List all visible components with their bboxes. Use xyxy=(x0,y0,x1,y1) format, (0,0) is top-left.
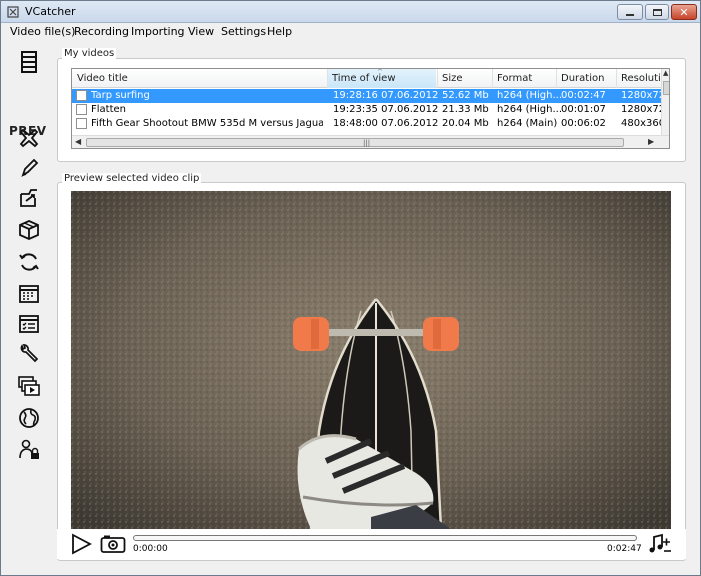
puzzle-icon xyxy=(19,128,39,148)
column-time-of-view[interactable]: Time of view xyxy=(332,73,396,84)
row-title: Tarp surfing xyxy=(91,90,150,101)
snapshot-camera-icon[interactable] xyxy=(100,534,126,554)
row-size: 52.62 Mb xyxy=(442,90,489,101)
seek-bar[interactable] xyxy=(133,535,637,541)
table-row[interactable]: Fifth Gear Shootout BMW 535d M versus Ja… xyxy=(72,117,661,131)
export-icon xyxy=(20,189,37,207)
pencil-icon xyxy=(21,158,39,178)
column-separator xyxy=(556,69,557,88)
videos-table: ^ Video title Time of view Size Format D… xyxy=(71,68,670,149)
film-tool-button[interactable] xyxy=(15,49,43,75)
convert-icon xyxy=(19,253,39,271)
package-tool-button[interactable] xyxy=(15,217,43,243)
menu-view[interactable]: View xyxy=(188,25,214,38)
side-toolbar: PREV xyxy=(1,41,57,491)
menu-importing[interactable]: Importing xyxy=(131,25,185,38)
row-checkbox[interactable] xyxy=(76,118,87,129)
row-size: 21.33 Mb xyxy=(442,104,489,115)
globe-icon xyxy=(19,408,39,428)
row-duration: 00:02:47 xyxy=(561,90,606,101)
audio-music-icon[interactable] xyxy=(646,532,672,556)
row-time: 19:23:35 07.06.2012 xyxy=(333,104,439,115)
table-row[interactable]: Tarp surfing 19:28:16 07.06.2012 52.62 M… xyxy=(72,89,661,103)
film-icon xyxy=(21,51,37,73)
lock-user-tool-button[interactable] xyxy=(15,437,43,463)
minimize-button[interactable] xyxy=(617,4,643,20)
playback-controls: 0:00:00 0:02:47 xyxy=(57,529,686,559)
convert-tool-button[interactable] xyxy=(15,249,43,275)
lock-user-icon xyxy=(19,439,39,459)
app-window: VCatcher ✕ Video file(s) Recording Impor… xyxy=(0,0,701,576)
scroll-up-icon[interactable]: ▲ xyxy=(663,69,668,77)
menu-video-files[interactable]: Video file(s) xyxy=(10,25,75,38)
column-size[interactable]: Size xyxy=(442,73,463,84)
horizontal-scrollbar[interactable]: ◀ ||| ▶ xyxy=(72,135,669,148)
video-frame xyxy=(71,191,671,529)
row-checkbox[interactable] xyxy=(76,104,87,115)
play-icon[interactable] xyxy=(69,532,93,556)
close-button[interactable]: ✕ xyxy=(671,4,697,20)
calendar-tool-button[interactable] xyxy=(15,281,43,307)
checklist-icon xyxy=(19,315,39,333)
preview-legend: Preview selected video clip xyxy=(62,173,202,184)
column-duration[interactable]: Duration xyxy=(561,73,604,84)
window-title: VCatcher xyxy=(25,5,76,18)
row-resolution: 480x360 xyxy=(621,118,661,129)
menu-settings[interactable]: Settings xyxy=(221,25,266,38)
scroll-thumb[interactable] xyxy=(663,81,669,95)
total-time: 0:02:47 xyxy=(607,544,642,554)
checklist-tool-button[interactable] xyxy=(15,311,43,337)
scroll-thumb[interactable]: ||| xyxy=(86,138,624,147)
column-separator xyxy=(437,69,438,88)
video-slides-icon xyxy=(18,376,40,396)
maximize-icon xyxy=(652,8,662,16)
row-format: h264 (High... xyxy=(497,104,563,115)
video-slides-tool-button[interactable] xyxy=(15,373,43,399)
current-time: 0:00:00 xyxy=(133,544,168,554)
minimize-icon xyxy=(626,14,634,16)
row-size: 20.04 Mb xyxy=(442,118,489,129)
vertical-scrollbar[interactable]: ▲ xyxy=(661,69,669,135)
maximize-button[interactable] xyxy=(645,4,669,20)
row-checkbox[interactable] xyxy=(76,90,87,101)
table-header: ^ Video title Time of view Size Format D… xyxy=(72,69,669,88)
row-time: 18:48:00 07.06.2012 xyxy=(333,118,439,129)
globe-tool-button[interactable] xyxy=(15,405,43,431)
grip-icon: ||| xyxy=(363,139,371,147)
menu-bar: Video file(s) Recording Importing View S… xyxy=(1,23,700,41)
pencil-tool-button[interactable] xyxy=(15,155,43,181)
menu-recording[interactable]: Recording xyxy=(74,25,129,38)
app-logo-icon xyxy=(7,6,19,18)
row-format: h264 (Main) xyxy=(497,118,558,129)
calendar-icon xyxy=(19,285,39,303)
scroll-left-icon[interactable]: ◀ xyxy=(75,137,81,146)
row-title: Flatten xyxy=(91,104,126,115)
row-duration: 00:06:02 xyxy=(561,118,606,129)
close-icon: ✕ xyxy=(679,5,689,19)
row-time: 19:28:16 07.06.2012 xyxy=(333,90,439,101)
row-duration: 00:01:07 xyxy=(561,104,606,115)
wrench-tool-button[interactable] xyxy=(15,341,43,367)
row-title: Fifth Gear Shootout BMW 535d M versus Ja… xyxy=(91,118,323,129)
scroll-right-icon[interactable]: ▶ xyxy=(648,137,654,146)
puzzle-tool-button[interactable] xyxy=(15,125,43,151)
row-resolution: 1280x72 xyxy=(621,90,661,101)
column-separator xyxy=(616,69,617,88)
table-row[interactable]: Flatten 19:23:35 07.06.2012 21.33 Mb h26… xyxy=(72,103,661,117)
column-video-title[interactable]: Video title xyxy=(77,73,128,84)
menu-help[interactable]: Help xyxy=(267,25,292,38)
title-bar[interactable]: VCatcher ✕ xyxy=(1,1,700,23)
package-icon xyxy=(19,220,39,240)
video-preview[interactable] xyxy=(71,191,671,529)
row-resolution: 1280x72 xyxy=(621,104,661,115)
wrench-icon xyxy=(20,343,39,363)
column-format[interactable]: Format xyxy=(497,73,532,84)
column-separator xyxy=(327,69,328,88)
export-tool-button[interactable] xyxy=(15,185,43,211)
row-format: h264 (High... xyxy=(497,90,563,101)
my-videos-legend: My videos xyxy=(62,48,117,59)
column-separator xyxy=(492,69,493,88)
